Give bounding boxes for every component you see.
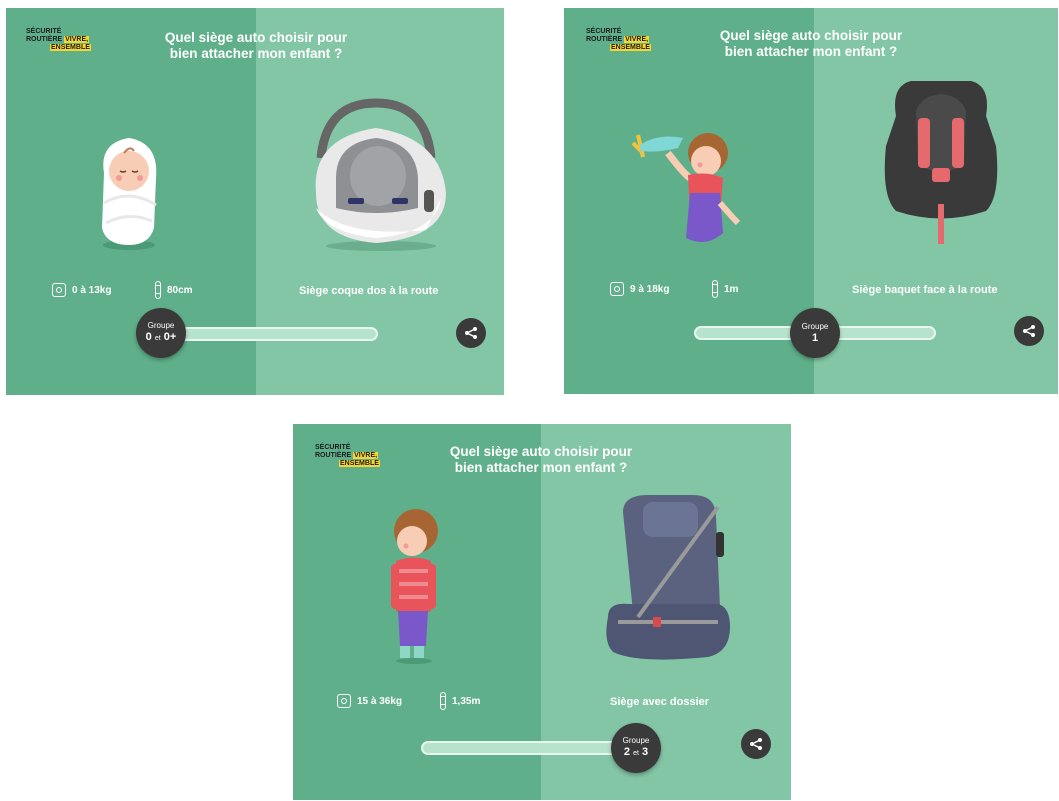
share-button[interactable] — [741, 729, 771, 759]
ruler-icon — [712, 280, 718, 298]
page-title: Quel siège auto choisir pour bien attach… — [164, 30, 348, 61]
seat-name: Siège avec dossier — [610, 696, 710, 708]
high-back-booster-seat — [606, 495, 730, 660]
share-button[interactable] — [456, 318, 486, 348]
card-group-0: SÉCURITÉ ROUTIÈRE VIVRE, ENSEMBLE Quel s… — [6, 8, 504, 395]
share-icon — [465, 327, 477, 339]
standing-child-illustration — [391, 509, 438, 664]
group-slider-knob[interactable]: Groupe 0 et 0+ — [136, 308, 186, 358]
weight-stat: 0 à 13kg — [52, 283, 111, 297]
logo: SÉCURITÉ ROUTIÈRE VIVRE, ENSEMBLE — [586, 28, 651, 51]
group-slider-track[interactable] — [161, 327, 378, 341]
group-slider-knob[interactable]: Groupe 2 et 3 — [611, 723, 661, 773]
height-stat: 80cm — [155, 281, 193, 299]
share-icon — [750, 738, 762, 750]
page-title: Quel siège auto choisir pour bien attach… — [449, 444, 633, 475]
card-group-1: SÉCURITÉ ROUTIÈRE VIVRE, ENSEMBLE Quel s… — [564, 8, 1058, 394]
forward-facing-bucket-seat — [884, 81, 998, 244]
weight-value: 0 à 13kg — [72, 284, 112, 296]
share-icon — [1023, 325, 1035, 337]
scale-icon — [337, 694, 351, 708]
group-slider-track[interactable] — [421, 741, 641, 755]
weight-value: 15 à 36kg — [357, 695, 403, 707]
group-slider-knob[interactable]: Groupe 1 — [790, 308, 840, 358]
toddler-with-plane-illustration — [631, 133, 741, 242]
logo: SÉCURITÉ ROUTIÈRE VIVRE, ENSEMBLE — [315, 444, 380, 467]
height-value: 80cm — [167, 284, 193, 296]
page-title: Quel siège auto choisir pour bien attach… — [719, 28, 903, 59]
seat-name: Siège coque dos à la route — [299, 285, 439, 297]
height-stat: 1m — [712, 280, 738, 298]
scale-icon — [52, 283, 66, 297]
weight-stat: 15 à 36kg — [337, 694, 402, 708]
ruler-icon — [440, 692, 446, 710]
height-value: 1m — [724, 283, 739, 295]
card-group-2-3: SÉCURITÉ ROUTIÈRE VIVRE, ENSEMBLE Quel s… — [293, 424, 791, 800]
seat-name: Siège baquet face à la route — [852, 284, 998, 296]
baby-illustration — [102, 138, 157, 250]
share-button[interactable] — [1014, 316, 1044, 346]
height-stat: 1,35m — [440, 692, 480, 710]
height-value: 1,35m — [452, 695, 481, 707]
weight-stat: 9 à 18kg — [610, 282, 669, 296]
infant-carrier-seat — [315, 98, 446, 251]
scale-icon — [610, 282, 624, 296]
logo: SÉCURITÉ ROUTIÈRE VIVRE, ENSEMBLE — [26, 28, 91, 51]
ruler-icon — [155, 281, 161, 299]
weight-value: 9 à 18kg — [630, 283, 670, 295]
